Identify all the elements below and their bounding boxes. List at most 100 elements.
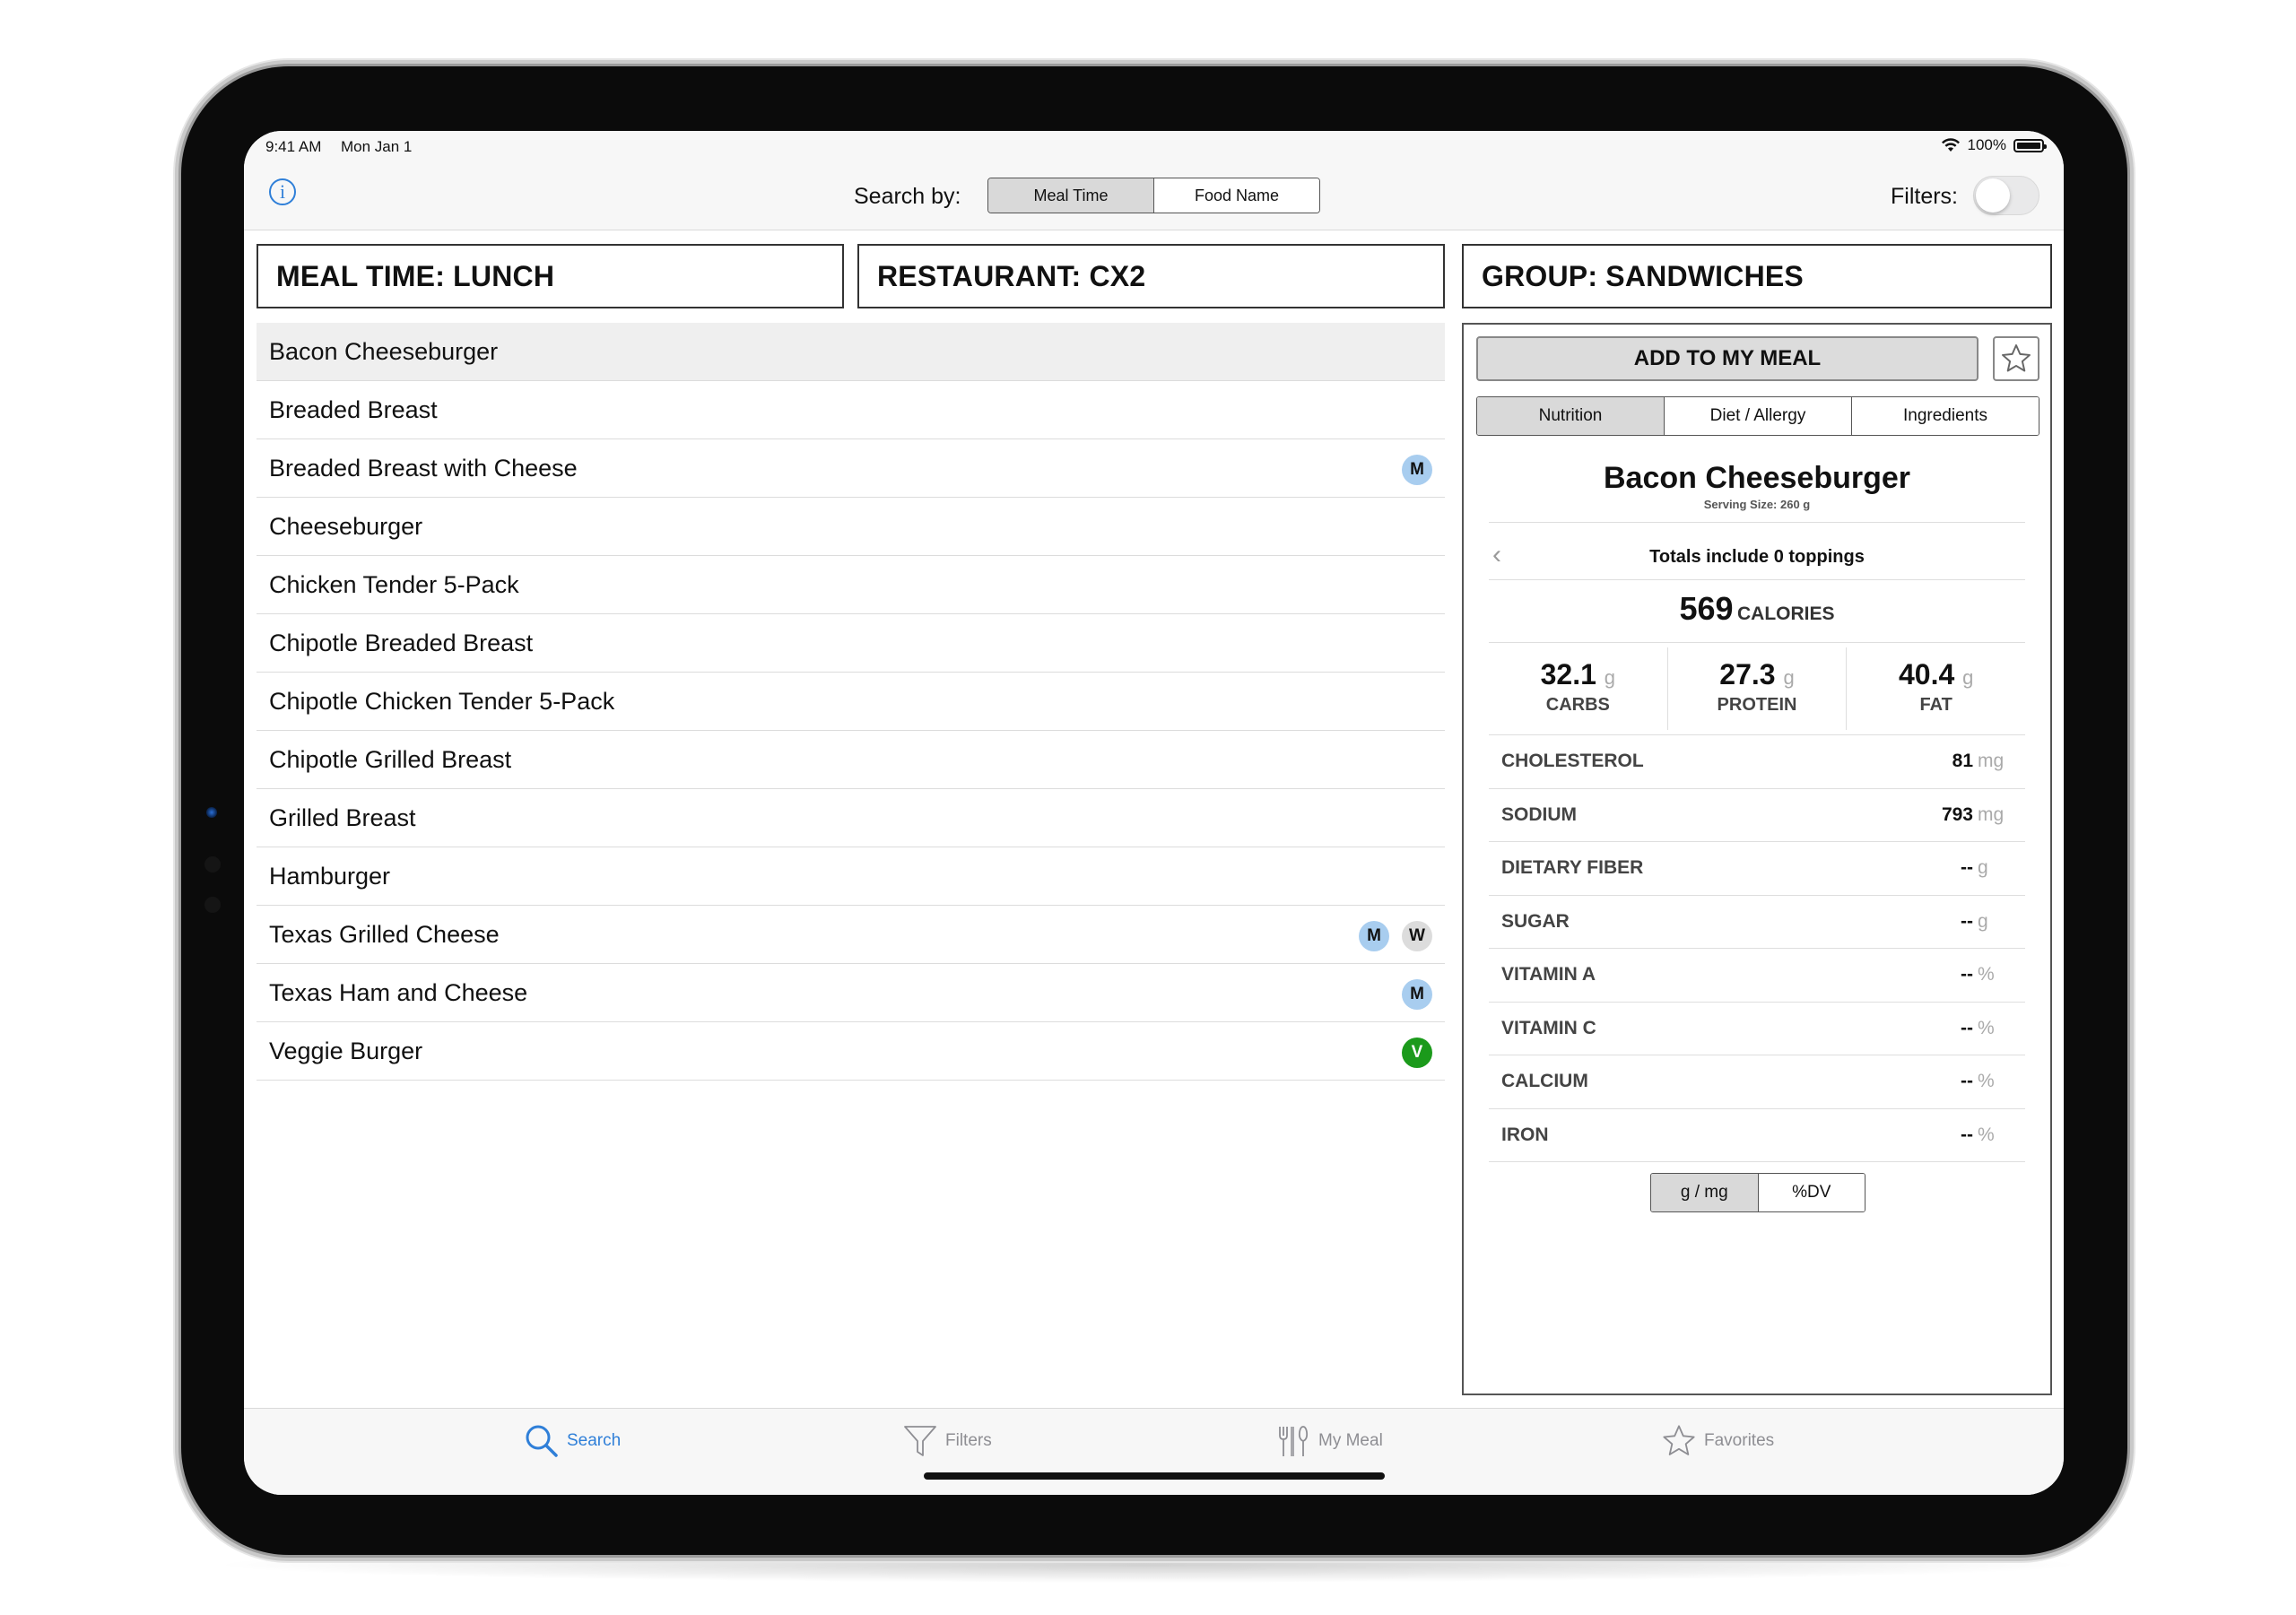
tab-nutrition[interactable]: Nutrition bbox=[1477, 397, 1664, 435]
toggle-knob bbox=[1976, 178, 2010, 213]
food-list-item[interactable]: Chipotle Breaded Breast bbox=[257, 614, 1445, 673]
food-name: Bacon Cheeseburger bbox=[269, 337, 499, 365]
nutrient-value: 793 bbox=[1941, 803, 1973, 825]
macro-unit: g bbox=[1962, 666, 1974, 689]
search-option-meal-time[interactable]: Meal Time bbox=[988, 178, 1153, 213]
divider bbox=[1489, 579, 2025, 580]
tab-my-meal[interactable]: My Meal bbox=[1275, 1423, 1383, 1459]
nutrient-name: VITAMIN C bbox=[1501, 1017, 1596, 1038]
navigation-bar: 9:41 AM Mon Jan 1 100% i Search by: Meal… bbox=[244, 131, 2064, 230]
food-name: Grilled Breast bbox=[269, 803, 416, 831]
food-name: Texas Ham and Cheese bbox=[269, 978, 528, 1006]
nutrient-unit: % bbox=[1978, 1071, 1995, 1092]
food-list-item[interactable]: Breaded Breast bbox=[257, 381, 1445, 439]
info-button[interactable]: i bbox=[269, 178, 296, 205]
food-list-item[interactable]: Bacon Cheeseburger bbox=[257, 323, 1445, 381]
filters-toggle[interactable] bbox=[1973, 176, 2039, 215]
macro-label: PROTEIN bbox=[1717, 695, 1797, 715]
tab-bar: Search Filters My Meal Favorites bbox=[244, 1408, 2064, 1495]
nutrient-row: SODIUM 793 mg bbox=[1489, 789, 2025, 842]
food-name: Cheeseburger bbox=[269, 512, 423, 540]
nutrient-name: IRON bbox=[1501, 1124, 1549, 1145]
divider bbox=[1489, 642, 2025, 643]
food-list-item[interactable]: Grilled Breast bbox=[257, 789, 1445, 847]
food-name: Breaded Breast bbox=[269, 395, 438, 423]
nutrient-name: CHOLESTEROL bbox=[1501, 751, 1644, 772]
add-to-my-meal-button[interactable]: ADD TO MY MEAL bbox=[1476, 336, 1979, 381]
nutrient-value: -- bbox=[1961, 910, 1973, 932]
group-header[interactable]: GROUP: SANDWICHES bbox=[1462, 244, 2052, 308]
unit-option-g-mg[interactable]: g / mg bbox=[1651, 1174, 1758, 1211]
food-name: Chipotle Breaded Breast bbox=[269, 629, 534, 656]
nutrient-unit: g bbox=[1978, 857, 1988, 879]
search-by-label: Search by: bbox=[854, 184, 961, 209]
battery-percent: 100% bbox=[1967, 136, 2006, 153]
diet-badge-m: M bbox=[1402, 455, 1432, 485]
nutrient-name: DIETARY FIBER bbox=[1501, 857, 1644, 879]
nutrient-value: -- bbox=[1961, 1017, 1973, 1038]
food-name: Chipotle Grilled Breast bbox=[269, 745, 512, 773]
food-list-item[interactable]: Chipotle Chicken Tender 5-Pack bbox=[257, 673, 1445, 731]
food-list-item[interactable]: Hamburger bbox=[257, 847, 1445, 906]
nutrient-name: SODIUM bbox=[1501, 803, 1577, 825]
nutrient-name: VITAMIN A bbox=[1501, 964, 1596, 985]
add-to-my-meal-label: ADD TO MY MEAL bbox=[1633, 346, 1822, 370]
calories-display: 569 CALORIES bbox=[1464, 590, 2050, 628]
nutrient-unit: % bbox=[1978, 964, 1995, 985]
food-list-item[interactable]: Breaded Breast with Cheese M bbox=[257, 439, 1445, 498]
nutrition-detail-panel: ADD TO MY MEAL Nutrition Diet / Allergy … bbox=[1462, 323, 2052, 1395]
macro-unit: g bbox=[1783, 666, 1795, 689]
serving-size: Serving Size: 260 g bbox=[1703, 498, 1811, 511]
tab-label: Search bbox=[567, 1431, 622, 1450]
nutrient-row: SUGAR -- g bbox=[1489, 896, 2025, 949]
status-time: 9:41 AM bbox=[265, 138, 322, 155]
food-name: Texas Grilled Cheese bbox=[269, 920, 500, 948]
diet-badges: M bbox=[1402, 979, 1432, 1010]
tab-ingredients[interactable]: Ingredients bbox=[1851, 397, 2039, 435]
food-list-item[interactable]: Cheeseburger bbox=[257, 498, 1445, 556]
group-header-label: GROUP: SANDWICHES bbox=[1482, 259, 1804, 292]
diet-badges: V bbox=[1402, 1038, 1432, 1068]
search-by-segmented-control: Meal Time Food Name bbox=[987, 178, 1320, 213]
nutrient-value: 81 bbox=[1952, 751, 1973, 772]
unit-option-dv[interactable]: %DV bbox=[1757, 1174, 1865, 1211]
tab-favorites[interactable]: Favorites bbox=[1661, 1423, 1774, 1459]
food-list-item[interactable]: Chipotle Grilled Breast bbox=[257, 731, 1445, 789]
home-indicator[interactable] bbox=[924, 1472, 1385, 1480]
status-indicators: 100% bbox=[1941, 136, 2047, 154]
meal-time-header[interactable]: MEAL TIME: LUNCH bbox=[257, 244, 844, 308]
calories-label: CALORIES bbox=[1737, 603, 1835, 624]
food-list-item[interactable]: Chicken Tender 5-Pack bbox=[257, 556, 1445, 614]
food-name: Chipotle Chicken Tender 5-Pack bbox=[269, 687, 615, 715]
restaurant-header[interactable]: RESTAURANT: CX2 bbox=[857, 244, 1445, 308]
food-list-item[interactable]: Texas Grilled Cheese M W bbox=[257, 906, 1445, 964]
food-list-item[interactable]: Texas Ham and Cheese M bbox=[257, 964, 1445, 1022]
diet-badge-v: V bbox=[1402, 1038, 1432, 1068]
tab-filters[interactable]: Filters bbox=[902, 1423, 992, 1459]
macros-row: 32.1 g CARBS 27.3 g PROTEIN 40.4 g FAT bbox=[1489, 647, 2025, 730]
search-option-food-name[interactable]: Food Name bbox=[1153, 178, 1319, 213]
macro-protein: 27.3 g PROTEIN bbox=[1666, 647, 1847, 730]
macro-carbs: 32.1 g CARBS bbox=[1489, 647, 1667, 730]
macro-value: 40.4 bbox=[1898, 658, 1955, 690]
diet-badges: MW bbox=[1359, 921, 1432, 951]
divider bbox=[1489, 522, 2025, 523]
nutrient-value: -- bbox=[1961, 964, 1973, 985]
tab-search[interactable]: Search bbox=[524, 1423, 621, 1459]
tab-diet-allergy[interactable]: Diet / Allergy bbox=[1664, 397, 1851, 435]
sensor-dot bbox=[204, 856, 221, 873]
filter-icon bbox=[904, 1426, 936, 1456]
favorite-button[interactable] bbox=[1993, 336, 2039, 381]
tab-label: My Meal bbox=[1318, 1431, 1383, 1450]
food-name: Veggie Burger bbox=[269, 1037, 423, 1064]
nutrient-row: VITAMIN C --% bbox=[1489, 1003, 2025, 1055]
detail-tabs: Nutrition Diet / Allergy Ingredients bbox=[1476, 396, 2039, 436]
diet-badge-m: M bbox=[1402, 979, 1432, 1010]
nutrient-unit: g bbox=[1978, 910, 1988, 932]
nutrient-unit: % bbox=[1978, 1017, 1995, 1038]
nutrient-row: DIETARY FIBER -- g bbox=[1489, 842, 2025, 896]
macro-value: 27.3 bbox=[1719, 658, 1776, 690]
macro-label: CARBS bbox=[1545, 695, 1610, 715]
food-list-item[interactable]: Veggie Burger V bbox=[257, 1022, 1445, 1081]
macro-value: 32.1 bbox=[1540, 658, 1596, 690]
